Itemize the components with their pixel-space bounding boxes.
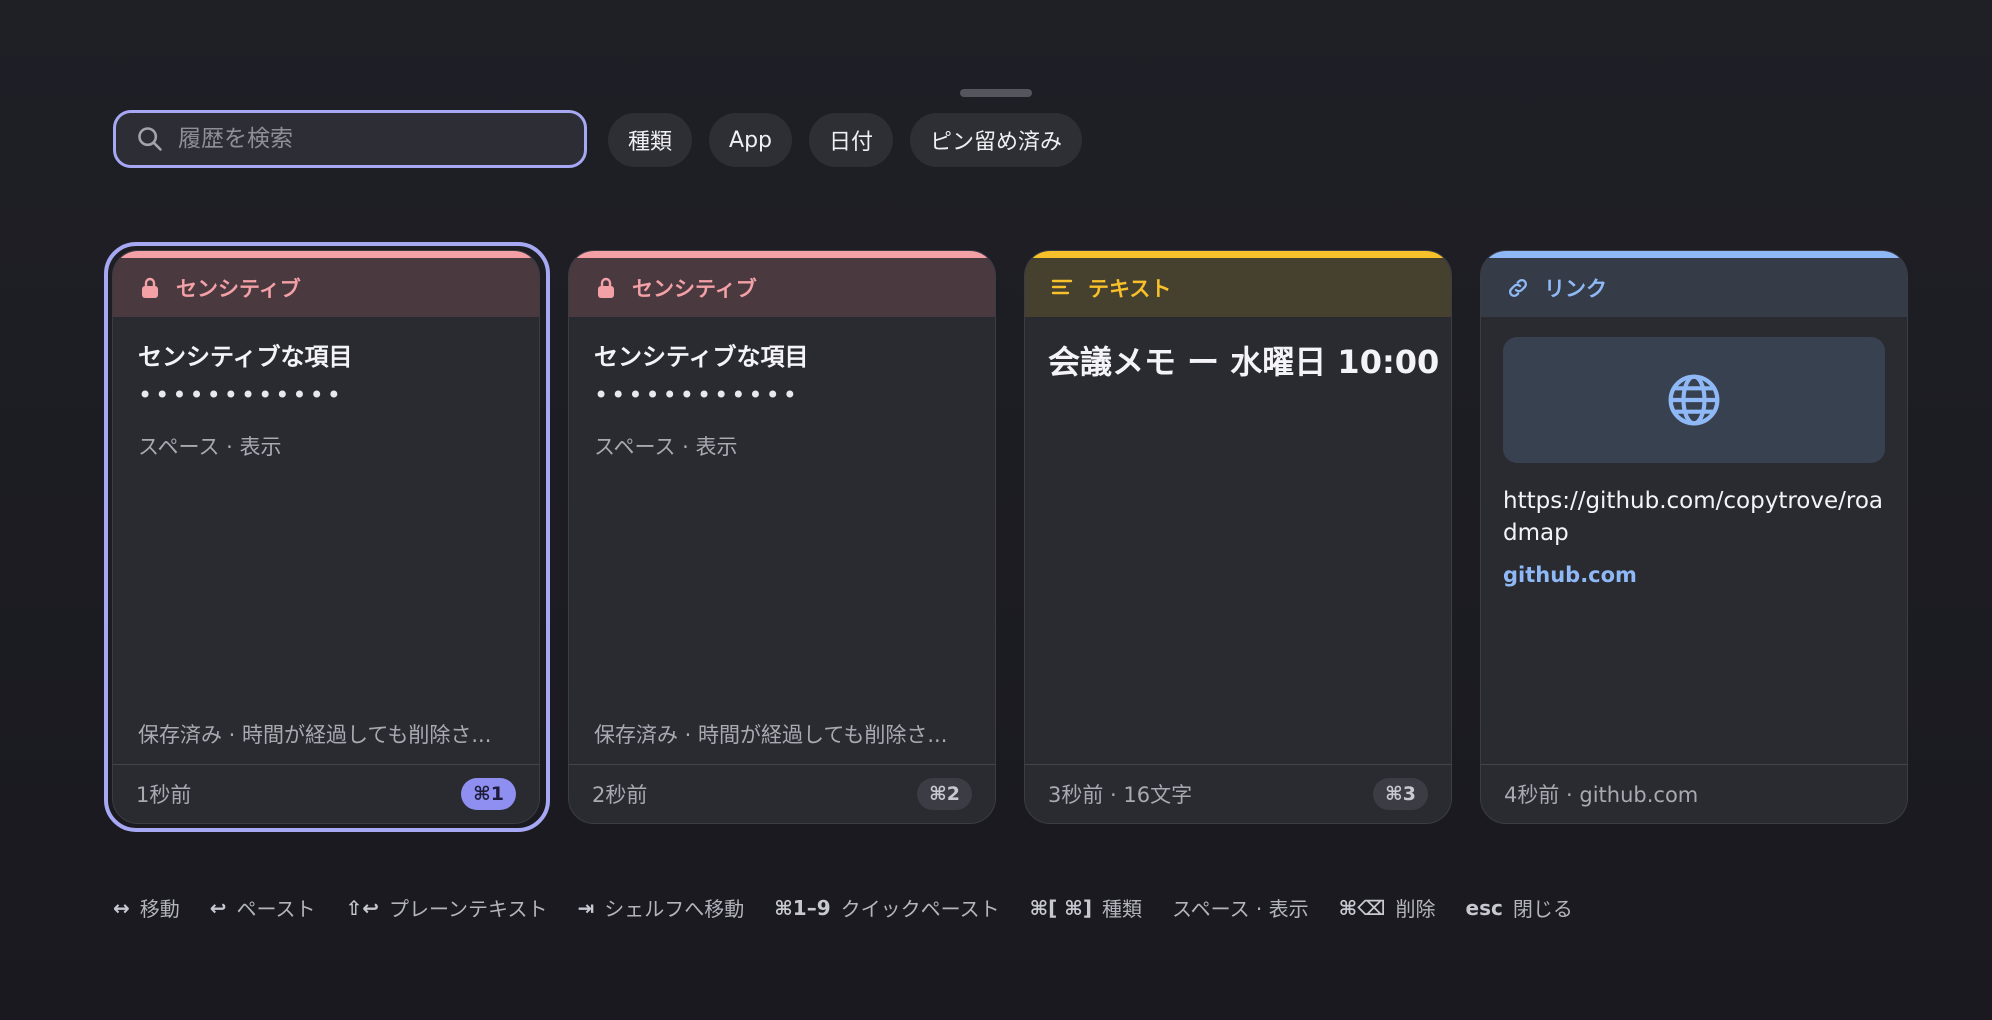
card-header: センシティブ — [113, 258, 539, 317]
shortcut-hint: ⌘1–9 クイックペースト — [774, 893, 999, 922]
card-accent-bar — [1025, 251, 1451, 258]
link-thumbnail — [1503, 337, 1885, 463]
card-meta: 4秒前 · github.com — [1504, 783, 1699, 807]
clipboard-panel: 種類 App 日付 ピン留め済み センシティブ センシティブな項目 ••••••… — [0, 0, 1992, 1020]
card-footer: 3秒前 · 16文字 ⌘3 — [1025, 764, 1451, 823]
text-lines-icon — [1051, 279, 1073, 294]
shortcut-key: ⇧↩ — [345, 895, 380, 920]
shortcut-badge: ⌘2 — [917, 778, 972, 810]
shortcut-label: 移動 — [139, 897, 180, 921]
shortcut-label: スペース · 表示 — [1171, 897, 1309, 921]
shortcut-hint: ⌘⌫ 削除 — [1339, 893, 1436, 922]
shortcut-label: クイックペースト — [840, 897, 1000, 921]
globe-icon — [1668, 374, 1720, 426]
card-accent-bar — [113, 251, 539, 258]
shortcut-hint: ⌘[ ⌘] 種類 — [1030, 893, 1142, 922]
clip-card-2[interactable]: センシティブ センシティブな項目 •••••••••••• スペース · 表示 … — [568, 250, 996, 824]
clip-card-1[interactable]: センシティブ センシティブな項目 •••••••••••• スペース · 表示 … — [112, 250, 540, 824]
card-accent-bar — [1481, 251, 1907, 258]
link-domain: github.com — [1503, 563, 1637, 587]
shortcut-badge: ⌘3 — [1373, 778, 1428, 810]
card-note: 保存済み · 時間が経過しても削除さ... — [138, 723, 492, 747]
card-header: センシティブ — [569, 258, 995, 317]
card-meta: 2秒前 — [592, 783, 648, 807]
shortcut-label: プレーンテキスト — [389, 897, 548, 921]
shortcut-key: ⇥ — [577, 895, 595, 920]
card-note: 保存済み · 時間が経過しても削除さ... — [594, 723, 948, 747]
card-title: センシティブな項目 — [594, 343, 809, 371]
card-footer: 1秒前 ⌘1 — [113, 764, 539, 823]
search-field[interactable] — [113, 110, 587, 168]
reveal-hint: スペース · 表示 — [138, 435, 282, 459]
shortcut-hint: esc 閉じる — [1466, 893, 1573, 922]
filter-chip-app[interactable]: App — [709, 113, 792, 167]
masked-content: •••••••••••• — [138, 381, 344, 409]
shortcut-hint: ↔ 移動 — [113, 893, 180, 922]
search-icon — [138, 127, 162, 151]
clip-card-4[interactable]: リンク https://github.com/copytrove/roadmap… — [1480, 250, 1908, 824]
shortcut-label: 削除 — [1395, 897, 1436, 921]
card-kind-label: リンク — [1544, 276, 1607, 301]
filter-chip-pinned[interactable]: ピン留め済み — [910, 113, 1083, 167]
reveal-hint: スペース · 表示 — [594, 435, 738, 459]
shortcut-key: ⌘1–9 — [774, 895, 831, 920]
card-header: リンク — [1481, 258, 1907, 317]
drag-handle[interactable] — [960, 89, 1032, 97]
card-text-preview: 会議メモ ー 水曜日 10:00 — [1048, 343, 1440, 381]
lock-icon — [142, 277, 158, 298]
shortcut-label: シェルフへ移動 — [604, 897, 745, 921]
filter-chips: 種類 App 日付 ピン留め済み — [608, 113, 1083, 167]
shortcut-key: ⌘[ ⌘] — [1029, 895, 1092, 920]
card-footer: 4秒前 · github.com — [1481, 764, 1907, 823]
shortcut-hint: ⇥ シェルフへ移動 — [577, 893, 744, 922]
card-meta: 1秒前 — [136, 783, 192, 807]
filter-chip-date[interactable]: 日付 — [809, 113, 894, 167]
shortcut-key: ⌘⌫ — [1338, 895, 1386, 920]
filter-chip-type[interactable]: 種類 — [608, 113, 693, 167]
card-meta: 3秒前 · 16文字 — [1048, 783, 1193, 807]
shortcut-key: ↩ — [209, 895, 227, 920]
shortcut-badge: ⌘1 — [461, 778, 516, 810]
shortcut-label: 種類 — [1101, 897, 1142, 921]
clip-card-3[interactable]: テキスト 会議メモ ー 水曜日 10:00 3秒前 · 16文字 ⌘3 — [1024, 250, 1452, 824]
shortcut-label: 閉じる — [1512, 897, 1573, 921]
shortcut-key: esc — [1465, 895, 1503, 920]
shortcut-bar: ↔ 移動 ↩ ペースト ⇧↩ プレーンテキスト ⇥ シェルフへ移動 ⌘1–9 クイックペー… — [113, 893, 1573, 922]
card-kind-label: センシティブ — [632, 276, 757, 301]
shortcut-hint: スペース · 表示 — [1172, 893, 1309, 922]
shortcut-label: ペースト — [236, 897, 316, 921]
card-title: センシティブな項目 — [138, 343, 353, 371]
search-input[interactable] — [176, 125, 560, 153]
card-accent-bar — [569, 251, 995, 258]
shortcut-hint: ↩ ペースト — [210, 893, 316, 922]
card-footer: 2秒前 ⌘2 — [569, 764, 995, 823]
card-header: テキスト — [1025, 258, 1451, 317]
link-url: https://github.com/copytrove/roadmap — [1503, 488, 1883, 546]
card-kind-label: センシティブ — [176, 276, 301, 301]
masked-content: •••••••••••• — [594, 381, 800, 409]
link-icon — [1508, 278, 1528, 297]
card-kind-label: テキスト — [1088, 276, 1172, 301]
shortcut-key: ↔ — [113, 895, 130, 920]
lock-icon — [598, 277, 614, 298]
shortcut-hint: ⇧↩ プレーンテキスト — [346, 893, 548, 922]
